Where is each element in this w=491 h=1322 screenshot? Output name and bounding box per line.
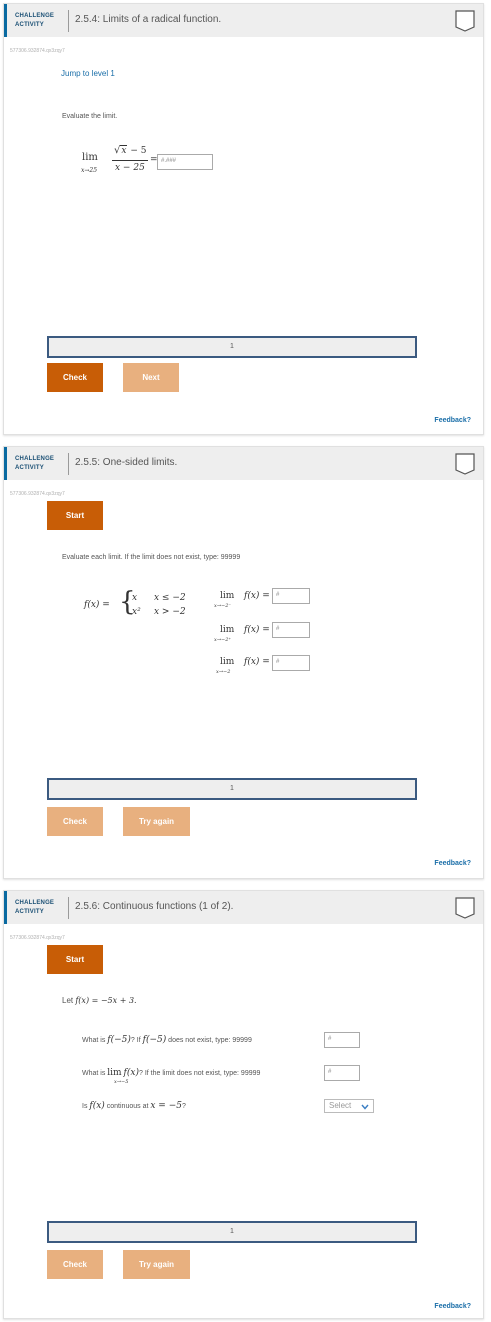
piecewise-lhs: f(x) = <box>84 600 110 610</box>
function-definition: Let f(x) = −5x + 3. <box>62 996 137 1005</box>
header-divider <box>68 453 69 475</box>
bookmark-icon[interactable] <box>455 453 475 475</box>
limit-function: f(x) = <box>244 657 270 667</box>
instruction-text: Evaluate each limit. If the limit does n… <box>62 554 241 561</box>
bookmark-icon[interactable] <box>455 897 475 919</box>
activity-title: 2.5.6: Continuous functions (1 of 2). <box>75 901 234 912</box>
activity-header: CHALLENGE ACTIVITY 2.5.6: Continuous func… <box>4 891 483 924</box>
next-button[interactable]: Next <box>123 363 179 392</box>
limit-operator: lim <box>220 591 235 601</box>
fraction-denominator: x − 25 <box>115 163 145 173</box>
activity-title: 2.5.5: One-sided limits. <box>75 457 178 468</box>
activity-title: 2.5.4: Limits of a radical function. <box>75 14 222 25</box>
check-button[interactable]: Check <box>47 807 103 836</box>
activity-id: 577306.932874.qx3zqy7 <box>10 491 65 497</box>
question-1-text: What is f(−5)? If f(−5) does not exist, … <box>82 1035 252 1045</box>
right-limit-input[interactable]: # <box>272 622 310 638</box>
question-1-input[interactable]: # <box>324 1032 360 1048</box>
fraction-numerator: √x − 5 <box>114 145 147 156</box>
challenge-activity-card: CHALLENGE ACTIVITY 2.5.6: Continuous func… <box>3 890 484 1319</box>
activity-header: CHALLENGE ACTIVITY 2.5.5: One-sided limit… <box>4 447 483 480</box>
limit-subscript: x→−2⁺ <box>214 637 232 643</box>
limit-operator: lim <box>82 152 98 163</box>
feedback-link[interactable]: Feedback? <box>434 417 471 424</box>
limit-subscript: x→−2 <box>216 669 231 675</box>
two-sided-limit-input[interactable]: # <box>272 655 310 671</box>
check-button[interactable]: Check <box>47 1250 103 1279</box>
limit-function: f(x) = <box>244 625 270 635</box>
level-indicator: 1 <box>47 778 417 800</box>
challenge-activity-badge: CHALLENGE ACTIVITY <box>15 456 55 471</box>
header-divider <box>68 897 69 919</box>
check-button[interactable]: Check <box>47 363 103 392</box>
limit-answer-input[interactable]: #.### <box>157 154 213 170</box>
question-2-text: What is lim f(x)? If the limit does not … <box>82 1068 261 1078</box>
feedback-link[interactable]: Feedback? <box>434 860 471 867</box>
question-2-input[interactable]: # <box>324 1065 360 1081</box>
case1-condition: x ≤ −2 <box>154 593 186 603</box>
chevron-down-icon <box>361 1104 369 1110</box>
limit-operator: lim <box>220 657 235 667</box>
header-divider <box>68 10 69 32</box>
activity-header: CHALLENGE ACTIVITY 2.5.4: Limits of a rad… <box>4 4 483 37</box>
left-limit-input[interactable]: # <box>272 588 310 604</box>
activity-id: 577306.932874.qx3zqy7 <box>10 48 65 54</box>
case2-expression: x² <box>132 607 141 617</box>
case2-condition: x > −2 <box>154 607 186 617</box>
continuity-select[interactable]: Select <box>324 1099 374 1113</box>
challenge-activity-card: CHALLENGE ACTIVITY 2.5.5: One-sided limit… <box>3 446 484 879</box>
start-button[interactable]: Start <box>47 501 103 530</box>
challenge-activity-badge: CHALLENGE ACTIVITY <box>15 900 55 915</box>
challenge-activity-badge: CHALLENGE ACTIVITY <box>15 13 55 28</box>
level-indicator: 1 <box>47 1221 417 1243</box>
question-2-subscript: x→−5 <box>114 1079 129 1085</box>
limit-operator: lim <box>220 625 235 635</box>
fraction-bar <box>112 160 148 161</box>
level-indicator: 1 <box>47 336 417 358</box>
feedback-link[interactable]: Feedback? <box>434 1303 471 1310</box>
limit-subscript: x→25 <box>81 167 98 174</box>
limit-function: f(x) = <box>244 591 270 601</box>
question-3-text: Is f(x) continuous at x = −5? <box>82 1101 186 1111</box>
limit-subscript: x→−2⁻ <box>214 603 232 609</box>
challenge-activity-card: CHALLENGE ACTIVITY 2.5.4: Limits of a rad… <box>3 3 484 435</box>
try-again-button[interactable]: Try again <box>123 807 190 836</box>
instruction-text: Evaluate the limit. <box>62 113 118 120</box>
bookmark-icon[interactable] <box>455 10 475 32</box>
activity-id: 577306.932874.qx3zqy7 <box>10 935 65 941</box>
jump-to-level-link[interactable]: Jump to level 1 <box>61 69 115 78</box>
try-again-button[interactable]: Try again <box>123 1250 190 1279</box>
case1-expression: x <box>132 593 138 603</box>
start-button[interactable]: Start <box>47 945 103 974</box>
